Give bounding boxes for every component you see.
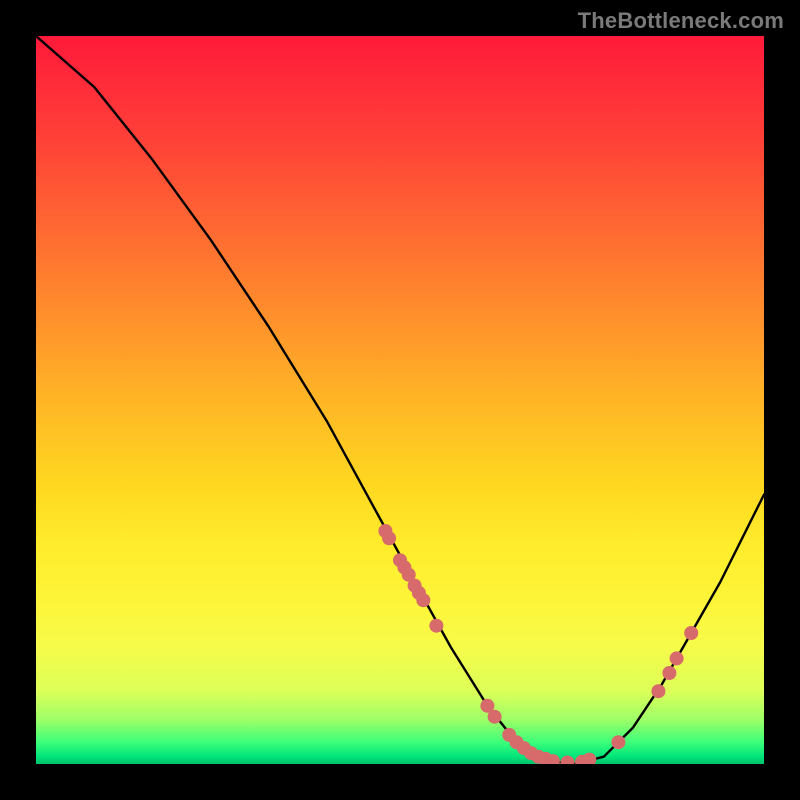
curve-marker	[651, 684, 665, 698]
bottleneck-curve	[36, 36, 764, 764]
curve-markers	[378, 524, 698, 764]
curve-marker	[416, 593, 430, 607]
attribution-label: TheBottleneck.com	[578, 8, 784, 34]
curve-marker	[488, 710, 502, 724]
curve-marker	[611, 735, 625, 749]
curve-marker	[382, 531, 396, 545]
curve-marker	[670, 651, 684, 665]
curve-layer	[36, 36, 764, 764]
curve-marker	[684, 626, 698, 640]
plot-area	[36, 36, 764, 764]
curve-marker	[582, 753, 596, 764]
curve-marker	[662, 666, 676, 680]
curve-marker	[429, 619, 443, 633]
chart-stage: TheBottleneck.com	[0, 0, 800, 800]
curve-marker	[560, 756, 574, 765]
